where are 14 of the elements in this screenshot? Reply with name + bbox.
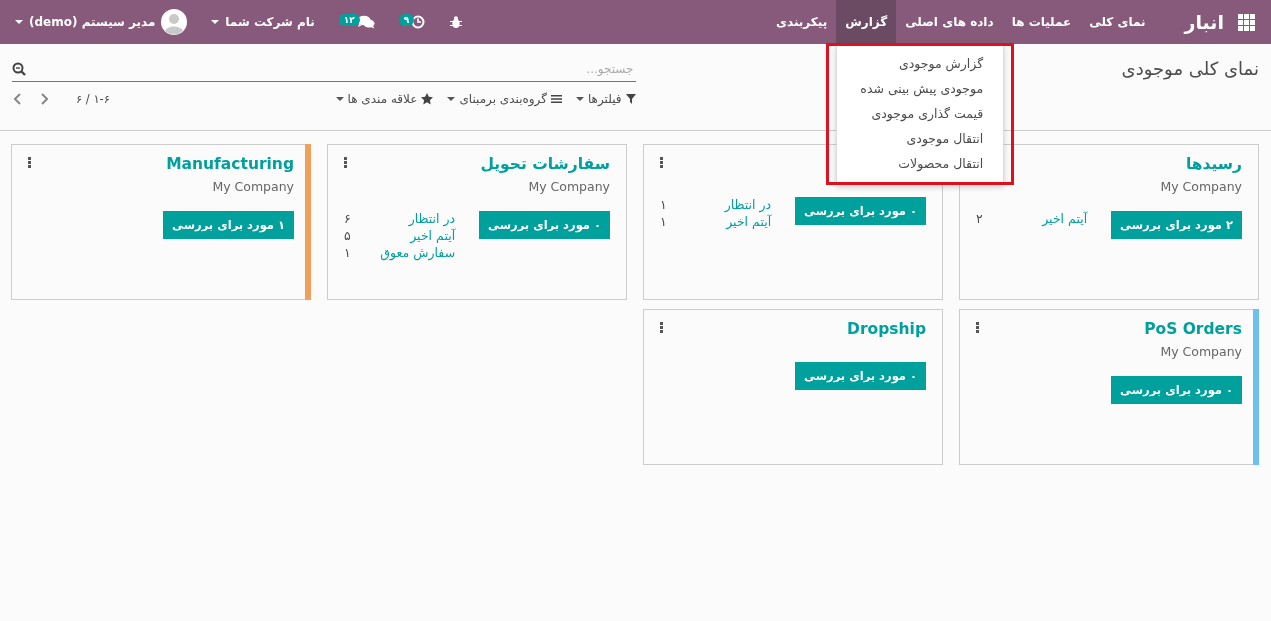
company-name: My Company <box>527 178 610 196</box>
stat-value: ۶ <box>344 211 351 226</box>
count-badge: ۹ <box>398 14 415 26</box>
company-name: My Company <box>1160 178 1242 196</box>
company-name: My Company <box>211 178 294 196</box>
company-name: My Company <box>1159 343 1242 361</box>
stat-value: ۱ <box>660 214 667 229</box>
stat-value: ۱ <box>344 245 351 260</box>
count-badge: ۱۲ <box>338 14 360 26</box>
stat-value: ۱ <box>660 197 667 212</box>
stat-value: ۲ <box>976 211 983 226</box>
page-title: نمای کلی موجودی <box>1121 58 1259 79</box>
app-title: انبار <box>1184 11 1224 33</box>
stat-value: ۵ <box>344 228 351 243</box>
